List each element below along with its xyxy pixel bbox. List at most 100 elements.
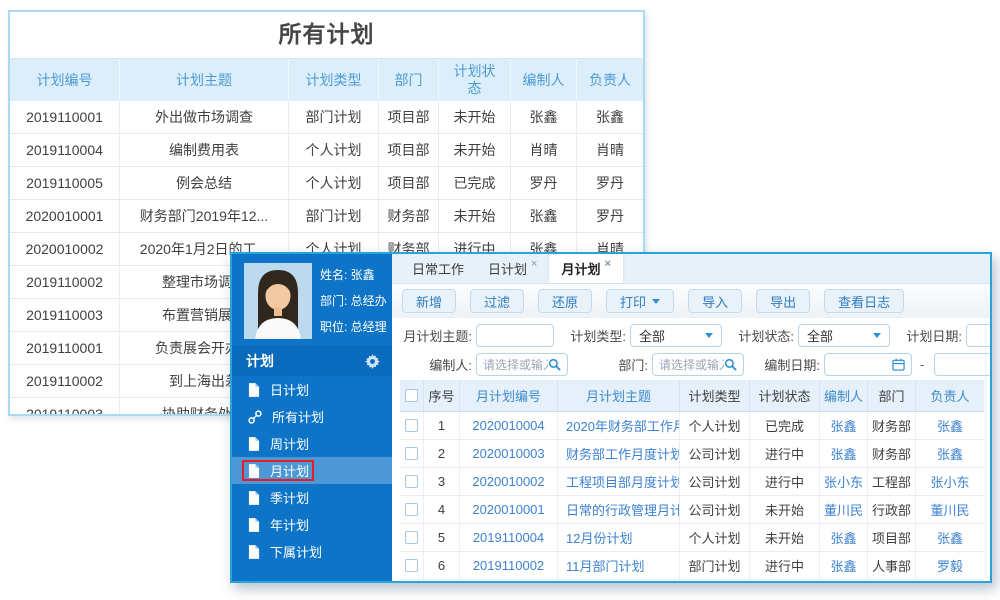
tab-日常工作[interactable]: 日常工作	[400, 254, 476, 283]
table-row: 42020010001日常的行政管理月计划公司计划未开始董川民行政部董川民	[400, 496, 984, 524]
sidebar-item-下属计划[interactable]: 下属计划	[232, 538, 392, 565]
cell: 罗丹	[511, 167, 577, 199]
cell-subject[interactable]: 12月份计划	[558, 524, 680, 551]
content-area: 日常工作 日计划 × 月计划 × 新增 过滤 还原 打印 导入 导出 查看日志 月计划主题: 计划类型…	[392, 254, 990, 581]
cell: 项目部	[379, 167, 439, 199]
sidebar: 姓名: 张鑫 部门: 总经办 职位: 总经理 计划 日计划 所有计划 周计划 月计划季…	[232, 254, 392, 581]
table-row: 2019110004 编制费用表 个人计划 项目部 未开始 肖晴 肖晴	[10, 134, 643, 167]
calendar-icon[interactable]	[892, 358, 905, 371]
cell-owner[interactable]: 张鑫	[916, 412, 984, 439]
cell-creator[interactable]: 董川民	[820, 496, 868, 523]
row-checkbox[interactable]	[405, 447, 418, 460]
cell-type: 部门计划	[680, 552, 750, 579]
cell-seq: 1	[424, 412, 460, 439]
all-plans-title: 所有计划	[10, 12, 643, 59]
cell-creator[interactable]: 张鑫	[820, 524, 868, 551]
cell-plan_no[interactable]: 2020010002	[460, 468, 558, 495]
close-icon[interactable]: ×	[604, 258, 610, 270]
row-checkbox-cell	[400, 412, 424, 439]
cell-dept: 人事部	[868, 552, 916, 579]
caret-down-icon	[873, 333, 881, 338]
导出-button[interactable]: 导出	[756, 289, 811, 313]
sidebar-item-label: 下属计划	[270, 545, 323, 560]
filter-date-end[interactable]	[934, 353, 990, 376]
还原-button[interactable]: 还原	[538, 289, 593, 313]
cell-plan_no[interactable]: 2020010004	[460, 412, 558, 439]
cell-subject[interactable]: 工程项目部月度计划	[558, 468, 680, 495]
column-header: 部门	[868, 380, 916, 411]
新增-button[interactable]: 新增	[402, 289, 457, 313]
filter-row-2: 编制人: 部门: 编制日期: -	[392, 350, 990, 379]
sidebar-item-所有计划[interactable]: 所有计划	[232, 403, 392, 430]
filter-input-计划日期[interactable]	[966, 324, 990, 347]
filter-label: 编制人:	[429, 358, 472, 373]
过滤-button[interactable]: 过滤	[470, 289, 525, 313]
row-checkbox[interactable]	[405, 531, 418, 544]
cell-subject[interactable]: 2020年财务部工作月...	[558, 412, 680, 439]
cell: 2019110002	[10, 266, 120, 298]
cell-owner[interactable]: 罗毅	[916, 552, 984, 579]
sidebar-item-季计划[interactable]: 季计划	[232, 484, 392, 511]
close-icon[interactable]: ×	[531, 258, 537, 270]
column-header: 计划类型	[289, 59, 379, 101]
search-icon[interactable]	[548, 358, 561, 371]
button-label: 还原	[552, 294, 579, 310]
cell-creator[interactable]: 张鑫	[820, 412, 868, 439]
button-label: 导出	[770, 294, 797, 310]
row-checkbox-cell	[400, 552, 424, 579]
cell-type: 个人计划	[680, 524, 750, 551]
filter-label: 部门:	[618, 358, 648, 373]
cell: 张鑫	[511, 101, 577, 133]
row-checkbox[interactable]	[405, 475, 418, 488]
column-header: 负责人	[930, 389, 970, 404]
filter-select-计划类型[interactable]: 全部	[630, 324, 722, 347]
cell-status: 进行中	[750, 552, 820, 579]
search-input[interactable]	[659, 357, 724, 372]
cell-subject[interactable]: 日常的行政管理月计划	[558, 496, 680, 523]
cell-creator[interactable]: 张鑫	[820, 440, 868, 467]
search-icon[interactable]	[724, 358, 737, 371]
cell-owner[interactable]: 张小东	[916, 468, 984, 495]
table-row: 120200100042020年财务部工作月...个人计划已完成张鑫财务部张鑫	[400, 412, 984, 440]
row-checkbox[interactable]	[405, 419, 418, 432]
filter-input-月计划主题[interactable]	[476, 324, 554, 347]
cell-creator[interactable]: 张鑫	[820, 552, 868, 579]
row-checkbox[interactable]	[405, 559, 418, 572]
filter-search-部门[interactable]	[652, 353, 744, 376]
sidebar-item-年计划[interactable]: 年计划	[232, 511, 392, 538]
sidebar-item-月计划[interactable]: 月计划	[232, 457, 392, 484]
cell-plan_no[interactable]: 2019110002	[460, 552, 558, 579]
查看日志-button[interactable]: 查看日志	[824, 289, 905, 313]
cell-subject[interactable]: 11月部门计划	[558, 552, 680, 579]
cell-owner[interactable]: 张鑫	[916, 524, 984, 551]
column-header-label: 编制人	[522, 72, 565, 88]
gear-icon[interactable]	[365, 353, 380, 369]
打印-button[interactable]: 打印	[606, 289, 675, 313]
filter-date-start[interactable]	[824, 353, 912, 376]
导入-button[interactable]: 导入	[688, 289, 743, 313]
cell: 2019110003	[10, 299, 120, 331]
cell-plan_no[interactable]: 2019110004	[460, 524, 558, 551]
cell-creator[interactable]: 张小东	[820, 468, 868, 495]
select-all-checkbox[interactable]	[405, 389, 418, 402]
link-icon	[248, 409, 262, 424]
search-input[interactable]	[483, 357, 548, 372]
cell-owner[interactable]: 董川民	[916, 496, 984, 523]
column-header: 部门	[379, 59, 439, 101]
sidebar-item-日计划[interactable]: 日计划	[232, 376, 392, 403]
cell-owner[interactable]: 张鑫	[916, 440, 984, 467]
cell: 2019110004	[10, 134, 120, 166]
cell: 个人计划	[289, 167, 379, 199]
filter-search-编制人[interactable]	[476, 353, 568, 376]
row-checkbox[interactable]	[405, 503, 418, 516]
cell-plan_no[interactable]: 2020010001	[460, 496, 558, 523]
cell-seq: 2	[424, 440, 460, 467]
cell-plan_no[interactable]: 2020010003	[460, 440, 558, 467]
sidebar-item-周计划[interactable]: 周计划	[232, 430, 392, 457]
profile-name: 姓名: 张鑫	[320, 268, 375, 282]
filter-select-计划状态[interactable]: 全部	[798, 324, 890, 347]
tab-月计划[interactable]: 月计划 ×	[549, 254, 623, 283]
cell-subject[interactable]: 财务部工作月度计划	[558, 440, 680, 467]
cell-status: 已完成	[750, 412, 820, 439]
tab-日计划[interactable]: 日计划 ×	[476, 254, 549, 283]
